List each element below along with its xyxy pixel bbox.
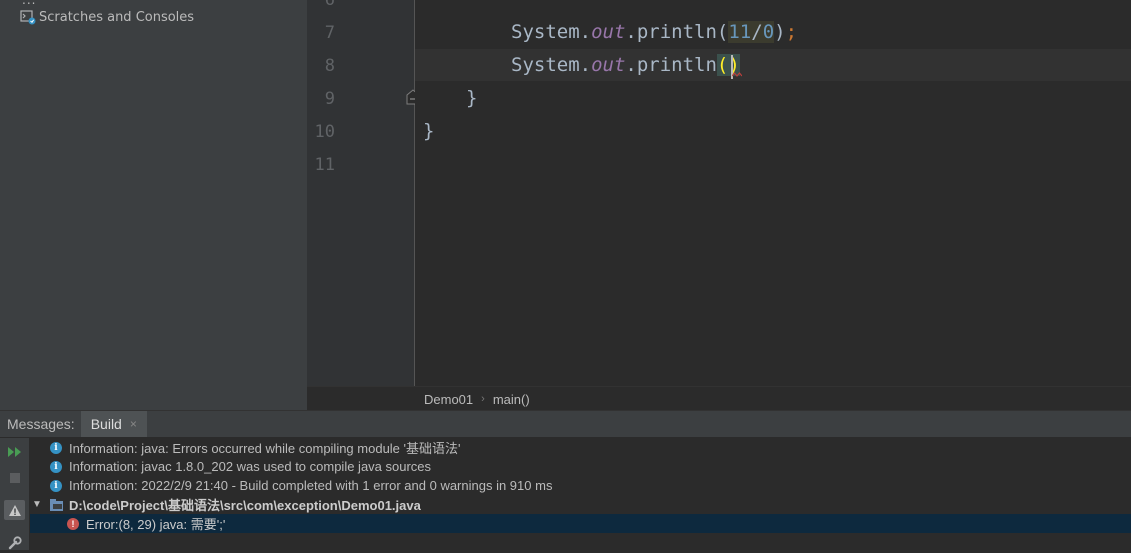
breadcrumb-method[interactable]: main()	[493, 392, 530, 407]
wrench-icon	[8, 536, 22, 550]
rerun-button[interactable]	[4, 442, 25, 462]
tree-item-scratches[interactable]: Scratches and Consoles	[20, 8, 194, 26]
tab-build[interactable]: Build ×	[80, 411, 147, 437]
stop-button[interactable]	[4, 468, 25, 488]
messages-title: Messages:	[7, 416, 75, 432]
list-item[interactable]: i Information: java: Errors occurred whi…	[30, 438, 1131, 457]
error-icon: !	[67, 517, 79, 530]
messages-toolbar	[0, 438, 30, 550]
settings-button[interactable]	[4, 533, 25, 553]
project-tree-panel: ... Scratches and Consoles	[0, 0, 307, 410]
scratches-icon	[20, 10, 36, 25]
messages-panel: Messages: Build × i Information: java: E…	[0, 410, 1131, 550]
line-number: 9	[324, 89, 335, 109]
info-icon: i	[50, 441, 62, 454]
tree-item-label: Scratches and Consoles	[39, 9, 195, 25]
line-number: 7	[324, 23, 335, 43]
close-icon[interactable]: ×	[130, 417, 137, 431]
message-text: Information: javac 1.8.0_202 was used to…	[69, 459, 432, 474]
code-line-9[interactable]: }	[466, 87, 477, 109]
code-line-8[interactable]: System.out.println()	[511, 54, 740, 76]
line-number: 8	[324, 56, 335, 76]
breadcrumb-class[interactable]: Demo01	[424, 392, 473, 407]
info-icon: i	[50, 479, 62, 492]
list-item-error[interactable]: ! Error:(8, 29) java: 需要';'	[30, 514, 1131, 533]
list-item[interactable]: i Information: javac 1.8.0_202 was used …	[30, 457, 1131, 476]
stop-icon	[9, 473, 20, 483]
breadcrumb-separator: ›	[481, 393, 485, 405]
rerun-icon	[7, 447, 21, 457]
line-number: 10	[314, 122, 335, 142]
message-text: Information: java: Errors occurred while…	[69, 441, 461, 456]
java-file-icon	[50, 498, 63, 511]
message-text: Information: 2022/2/9 21:40 - Build comp…	[69, 478, 553, 493]
list-item[interactable]: i Information: 2022/2/9 21:40 - Build co…	[30, 476, 1131, 495]
list-item-file[interactable]: ▼ D:\code\Project\基础语法\src\com\exception…	[2, 495, 1131, 514]
messages-list[interactable]: i Information: java: Errors occurred whi…	[30, 438, 1131, 550]
info-icon: i	[50, 460, 62, 473]
tree-item-truncated[interactable]: ...	[22, 0, 36, 7]
error-text: Error:(8, 29) java: 需要';'	[86, 517, 226, 532]
messages-header: Messages: Build ×	[0, 411, 1131, 438]
code-line-7[interactable]: System.out.println(11/0);	[511, 21, 797, 43]
breadcrumb: Demo01 › main()	[307, 386, 1131, 411]
error-squiggle	[732, 72, 742, 77]
line-number: 11	[314, 155, 335, 175]
tab-build-label: Build	[90, 416, 122, 432]
file-path: D:\code\Project\基础语法\src\com\exception\D…	[69, 498, 421, 513]
chevron-down-icon[interactable]: ▼	[32, 499, 44, 510]
code-line-10[interactable]: }	[423, 120, 434, 142]
line-number: 6	[324, 0, 335, 10]
